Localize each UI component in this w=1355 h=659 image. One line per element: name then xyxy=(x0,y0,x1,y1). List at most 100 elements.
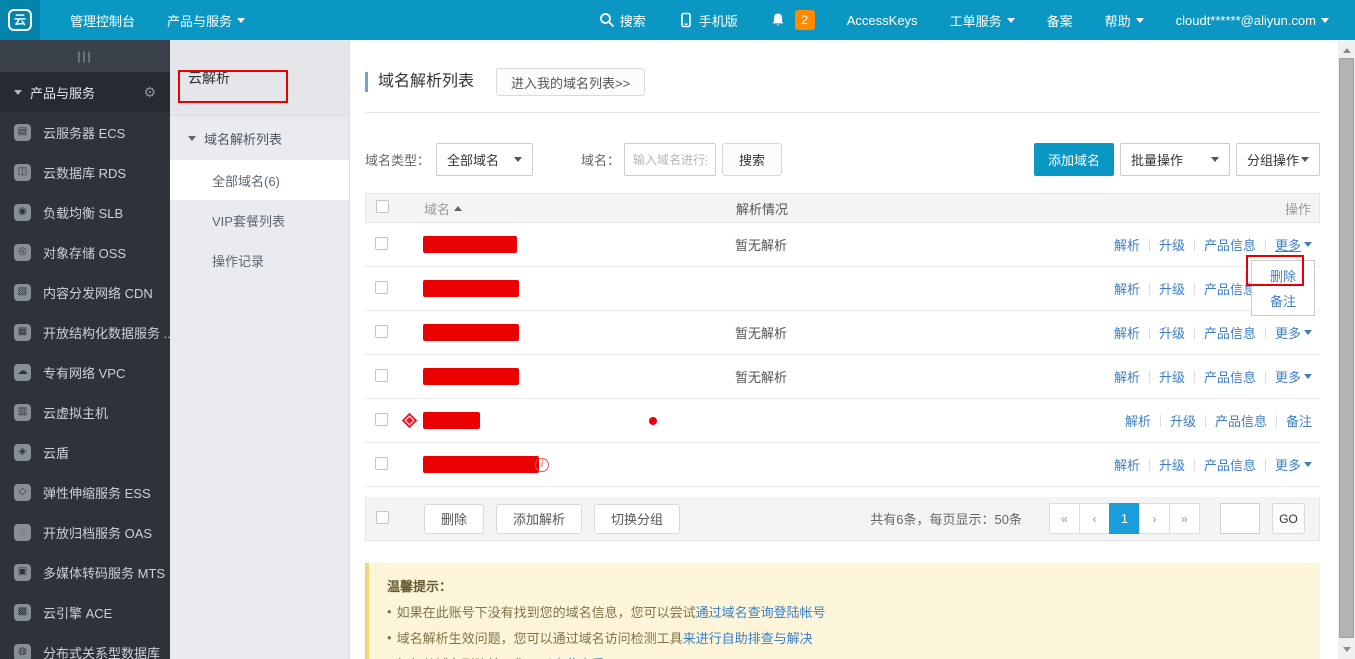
self-check-link[interactable]: 来进行自助排查与解决 xyxy=(683,628,813,647)
notification-badge: 2 xyxy=(794,10,815,30)
resolve-link[interactable]: 解析 xyxy=(1114,323,1140,342)
subnav-item-vip-packages[interactable]: VIP套餐列表 xyxy=(170,200,349,240)
nav-mobile[interactable]: 手机版 xyxy=(662,0,754,40)
sidebar-item-ecs[interactable]: ▤ 云服务器 ECS xyxy=(0,112,170,152)
upgrade-link[interactable]: 升级 xyxy=(1159,235,1185,254)
subnav-group-domain-list[interactable]: 域名解析列表 xyxy=(170,116,349,160)
sidebar-item-oas[interactable]: ◌ 开放归档服务 OAS xyxy=(0,512,170,552)
prev-page-button[interactable]: ‹ xyxy=(1079,503,1110,534)
nav-tickets-menu[interactable]: 工单服务 xyxy=(934,0,1031,40)
last-page-button[interactable]: » xyxy=(1169,503,1200,534)
more-link[interactable]: 更多 xyxy=(1275,367,1312,386)
next-page-button[interactable]: › xyxy=(1139,503,1170,534)
upgrade-link[interactable]: 升级 xyxy=(1159,279,1185,298)
nav-beian[interactable]: 备案 xyxy=(1031,0,1089,40)
subnav-item-operation-log[interactable]: 操作记录 xyxy=(170,240,349,280)
sidebar-item-yundun[interactable]: ◈ 云盾 xyxy=(0,432,170,472)
sidebar-item-cdn[interactable]: ▧ 内容分发网络 CDN xyxy=(0,272,170,312)
menu-item-remark[interactable]: 备注 xyxy=(1270,291,1296,310)
upgrade-link[interactable]: 升级 xyxy=(1159,455,1185,474)
gear-icon[interactable]: ⚙ xyxy=(143,84,156,101)
scroll-down-arrow-icon[interactable] xyxy=(1338,641,1355,657)
divider xyxy=(1264,238,1266,251)
product-info-link[interactable]: 产品信息 xyxy=(1204,367,1256,386)
divider xyxy=(1193,370,1195,383)
sidebar-item-vpc[interactable]: ☁ 专有网络 VPC xyxy=(0,352,170,392)
sidebar-header[interactable]: 产品与服务 ⚙ xyxy=(0,72,170,112)
first-page-button[interactable]: « xyxy=(1049,503,1080,534)
remark-link[interactable]: 备注 xyxy=(1286,411,1312,430)
sidebar-item-drds[interactable]: ◍ 分布式关系型数据库 xyxy=(0,632,170,659)
chevron-down-icon xyxy=(237,17,246,23)
enter-domain-list-button[interactable]: 进入我的域名列表>> xyxy=(496,68,646,96)
select-all-checkbox[interactable] xyxy=(376,510,389,524)
info-icon[interactable]: i xyxy=(535,457,549,472)
sidebar-item-ots[interactable]: ▦ 开放结构化数据服务 ... xyxy=(0,312,170,352)
domain-search-input[interactable] xyxy=(624,143,717,176)
product-info-link[interactable]: 产品信息 xyxy=(1204,323,1256,342)
more-link[interactable]: 更多 xyxy=(1275,455,1312,474)
row-checkbox[interactable] xyxy=(375,368,388,382)
view-guide-link[interactable]: 点此查看 xyxy=(553,654,605,659)
batch-actions-select[interactable]: 批量操作 xyxy=(1120,143,1230,176)
nav-accesskeys[interactable]: AccessKeys xyxy=(831,0,934,40)
resolve-link[interactable]: 解析 xyxy=(1114,367,1140,386)
subnav-item-all-domains[interactable]: 全部域名(6) xyxy=(170,160,349,200)
sidebar-item-ace[interactable]: ▩ 云引擎 ACE xyxy=(0,592,170,632)
nav-search[interactable]: 搜索 xyxy=(583,0,662,40)
domain-label: 域名： xyxy=(581,153,621,168)
row-checkbox[interactable] xyxy=(375,236,388,250)
sidebar-collapse-handle[interactable]: ||| xyxy=(0,40,170,72)
delete-button[interactable]: 删除 xyxy=(424,503,485,534)
select-all-checkbox[interactable] xyxy=(376,200,389,213)
scrollbar-thumb[interactable] xyxy=(1339,58,1354,638)
scroll-up-arrow-icon[interactable] xyxy=(1338,42,1355,58)
nav-products-menu[interactable]: 产品与服务 xyxy=(151,0,261,40)
sidebar-item-ess[interactable]: ◇ 弹性伸缩服务 ESS xyxy=(0,472,170,512)
resolve-link[interactable]: 解析 xyxy=(1114,279,1140,298)
upgrade-link[interactable]: 升级 xyxy=(1159,323,1185,342)
more-link[interactable]: 更多 xyxy=(1275,235,1312,254)
aliyun-logo[interactable]: 云 xyxy=(0,0,40,40)
upgrade-link[interactable]: 升级 xyxy=(1159,367,1185,386)
vertical-scrollbar[interactable] xyxy=(1338,40,1355,659)
product-info-link[interactable]: 产品信息 xyxy=(1204,279,1256,298)
more-link[interactable]: 更多 xyxy=(1275,323,1312,342)
sidebar-item-slb[interactable]: ◉ 负载均衡 SLB xyxy=(0,192,170,232)
divider xyxy=(1264,370,1266,383)
product-info-link[interactable]: 产品信息 xyxy=(1204,455,1256,474)
row-checkbox[interactable] xyxy=(375,456,388,470)
add-record-button[interactable]: 添加解析 xyxy=(496,503,583,534)
resolve-link[interactable]: 解析 xyxy=(1114,455,1140,474)
group-actions-select[interactable]: 分组操作 xyxy=(1236,143,1320,176)
nav-help-menu[interactable]: 帮助 xyxy=(1089,0,1160,40)
sidebar-item-rds[interactable]: ◫ 云数据库 RDS xyxy=(0,152,170,192)
sidebar-item-webhosting[interactable]: ▥ 云虚拟主机 xyxy=(0,392,170,432)
nav-console[interactable]: 管理控制台 xyxy=(54,0,151,40)
page-jump-input[interactable] xyxy=(1220,503,1260,534)
sidebar-item-mts[interactable]: ▣ 多媒体转码服务 MTS xyxy=(0,552,170,592)
domain-type-select[interactable]: 全部域名 xyxy=(436,143,534,176)
current-page-button[interactable]: 1 xyxy=(1109,503,1140,534)
nav-account-menu[interactable]: cloudt******@aliyun.com xyxy=(1160,0,1345,40)
product-info-link[interactable]: 产品信息 xyxy=(1215,411,1267,430)
sidebar-item-oss[interactable]: ◎ 对象存储 OSS xyxy=(0,232,170,272)
query-account-link[interactable]: 通过域名查询登陆帐号 xyxy=(696,602,826,621)
row-checkbox[interactable] xyxy=(375,280,388,294)
product-info-link[interactable]: 产品信息 xyxy=(1204,235,1256,254)
resolve-link[interactable]: 解析 xyxy=(1125,411,1151,430)
menu-item-delete[interactable]: 删除 xyxy=(1270,266,1296,285)
upgrade-link[interactable]: 升级 xyxy=(1170,411,1196,430)
search-button[interactable]: 搜索 xyxy=(722,143,783,176)
row-checkbox[interactable] xyxy=(375,324,388,338)
add-domain-button[interactable]: 添加域名 xyxy=(1033,143,1114,176)
resolve-link[interactable]: 解析 xyxy=(1114,235,1140,254)
row-checkbox[interactable] xyxy=(375,412,388,426)
go-button[interactable]: GO xyxy=(1272,503,1305,534)
structured-data-icon: ▦ xyxy=(14,323,31,341)
domain-column-header[interactable]: 域名 xyxy=(424,199,463,218)
redacted-domain xyxy=(423,324,519,341)
nav-notifications[interactable]: 2 xyxy=(754,0,831,40)
switch-group-button[interactable]: 切换分组 xyxy=(594,503,681,534)
chevron-down-icon xyxy=(1006,17,1015,23)
